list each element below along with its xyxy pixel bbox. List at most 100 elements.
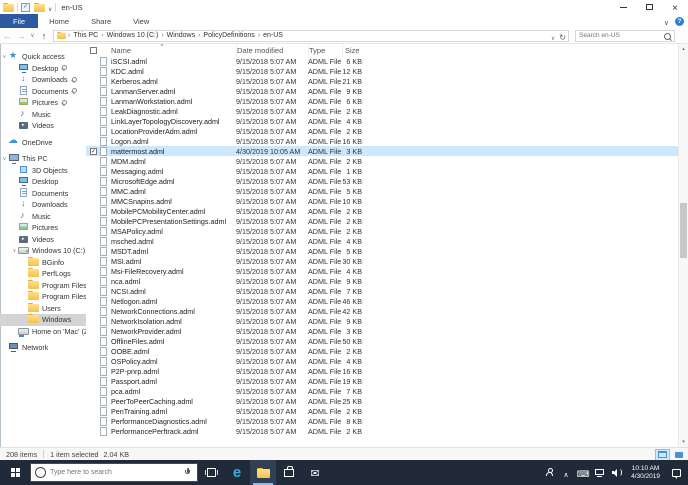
column-header-name[interactable]: Name [88, 44, 236, 56]
forward-button[interactable] [14, 31, 28, 41]
thumbnails-view-button[interactable] [671, 449, 686, 461]
help-button[interactable] [675, 16, 684, 26]
breadcrumb-item-en-us[interactable]: en-US [261, 32, 285, 39]
back-button[interactable] [0, 31, 14, 41]
sidebar-item-downloads[interactable]: Downloads [0, 199, 86, 211]
file-row[interactable]: Msi-FileRecovery.adml 9/15/2018 5:07 AM AD… [86, 266, 678, 276]
file-row[interactable]: iSCSI.adml 9/15/2018 5:07 AM ADML File 6 KB [86, 56, 678, 66]
breadcrumb-item-this-pc[interactable]: This PC [71, 32, 100, 39]
sidebar-item-pictures[interactable]: Pictures [0, 97, 86, 109]
taskbar-edge-button[interactable] [224, 460, 250, 485]
sidebar-item-bginfo[interactable]: BGinfo [0, 256, 86, 269]
file-row[interactable]: NetworkIsolation.adml 9/15/2018 5:07 AM AD… [86, 316, 678, 326]
scroll-down-icon[interactable] [679, 437, 688, 447]
sidebar-item-home-on-mac-z[interactable]: Home on 'Mac' (Z:) [0, 326, 86, 338]
file-row[interactable]: MDM.adml 9/15/2018 5:07 AM ADML File 2 KB [86, 156, 678, 166]
file-row[interactable]: Logon.adml 9/15/2018 5:07 AM ADML File 16 K… [86, 136, 678, 146]
vertical-scrollbar[interactable] [678, 44, 688, 447]
file-row[interactable]: KDC.adml 9/15/2018 5:07 AM ADML File 12 KB [86, 66, 678, 76]
file-row[interactable]: Passport.adml 9/15/2018 5:07 AM ADML File 1… [86, 376, 678, 386]
microphone-icon[interactable] [184, 467, 192, 478]
people-button[interactable] [543, 460, 555, 485]
file-row[interactable]: MobilePCMobilityCenter.adml 9/15/2018 5:0… [86, 206, 678, 216]
file-row[interactable]: pca.adml 9/15/2018 5:07 AM ADML File 7 KB [86, 386, 678, 396]
recent-locations-button[interactable] [28, 32, 37, 39]
tab-view[interactable]: View [122, 14, 160, 28]
qat-new-folder-button[interactable] [34, 2, 45, 12]
sidebar-item-3d-objects[interactable]: 3D Objects [0, 165, 86, 177]
file-row[interactable]: OOBE.adml 9/15/2018 5:07 AM ADML File 2 KB [86, 346, 678, 356]
sidebar-item-program-files-x86[interactable]: Program Files (x86) [0, 291, 86, 303]
breadcrumb-bar[interactable]: This PC Windows 10 (C:) Windows PolicyDefin… [53, 27, 569, 45]
chevron-down-icon[interactable] [1, 156, 8, 162]
minimize-button[interactable] [610, 0, 636, 14]
file-row[interactable]: LocationProviderAdm.adml 9/15/2018 5:07 A… [86, 126, 678, 136]
file-row[interactable]: LanmanWorkstation.adml 9/15/2018 5:07 AM A… [86, 96, 678, 106]
file-row[interactable]: P2P-pnrp.adml 9/15/2018 5:07 AM ADML File 1… [86, 366, 678, 376]
file-row[interactable]: MMC.adml 9/15/2018 5:07 AM ADML File 5 KB [86, 186, 678, 196]
sidebar-item-quick-access[interactable]: Quick access [0, 51, 86, 63]
action-center-button[interactable] [668, 460, 684, 485]
sidebar-item-users[interactable]: Users [0, 302, 86, 315]
sidebar-item-windows[interactable]: Windows [0, 314, 86, 326]
file-row[interactable]: OfflineFiles.adml 9/15/2018 5:07 AM ADML F… [86, 336, 678, 346]
sidebar-item-perflogs[interactable]: PerfLogs [0, 268, 86, 280]
column-header-size[interactable]: Size [342, 44, 368, 56]
column-header-date-modified[interactable]: Date modified [236, 44, 308, 56]
checkbox-checked-icon[interactable] [90, 147, 97, 155]
file-row[interactable]: PenTraining.adml 9/15/2018 5:07 AM ADML Fi… [86, 406, 678, 416]
volume-button[interactable] [611, 460, 623, 485]
network-button[interactable] [594, 460, 606, 485]
sidebar-item-windows-10-c[interactable]: Windows 10 (C:) [0, 245, 86, 257]
taskbar-file-explorer-button[interactable] [250, 460, 276, 485]
file-row[interactable]: LanmanServer.adml 9/15/2018 5:07 AM ADML F… [86, 86, 678, 96]
file-row[interactable]: PeerToPeerCaching.adml 9/15/2018 5:07 AM A… [86, 396, 678, 406]
address-dropdown-button[interactable] [551, 27, 555, 45]
file-row[interactable]: Kerberos.adml 9/15/2018 5:07 AM ADML File 2… [86, 76, 678, 86]
scrollbar-thumb[interactable] [680, 203, 687, 258]
file-row[interactable]: LinkLayerTopologyDiscovery.adml 9/15/2018… [86, 116, 678, 126]
scroll-up-icon[interactable] [679, 44, 688, 54]
file-row[interactable]: NetworkProvider.adml 9/15/2018 5:07 AM ADM… [86, 326, 678, 336]
taskbar-store-button[interactable] [276, 460, 302, 485]
sidebar-item-documents[interactable]: Documents [0, 85, 86, 98]
column-header-type[interactable]: Type [308, 44, 342, 56]
search-input[interactable] [576, 32, 663, 39]
file-row[interactable]: LeakDiagnostic.adml 9/15/2018 5:07 AM ADML… [86, 106, 678, 116]
sidebar-item-videos[interactable]: Videos [0, 120, 86, 132]
tab-share[interactable]: Share [80, 14, 122, 28]
file-row[interactable]: MMCSnapins.adml 9/15/2018 5:07 AM ADML Fil… [86, 196, 678, 206]
show-hidden-icons-button[interactable] [560, 460, 572, 485]
refresh-button[interactable] [559, 27, 566, 45]
up-button[interactable] [37, 31, 51, 41]
file-row[interactable]: nca.adml 9/15/2018 5:07 AM ADML File 9 KB [86, 276, 678, 286]
breadcrumb-item-policydefinitions[interactable]: PolicyDefinitions [201, 32, 256, 39]
maximize-button[interactable] [636, 0, 662, 14]
sidebar-item-desktop[interactable]: Desktop [0, 176, 86, 188]
file-row[interactable]: MobilePCPresentationSettings.adml 9/15/20… [86, 216, 678, 226]
file-row[interactable]: OSPolicy.adml 9/15/2018 5:07 AM ADML File 4… [86, 356, 678, 366]
sidebar-item-documents[interactable]: Documents [0, 187, 86, 200]
chevron-down-icon[interactable] [1, 54, 8, 60]
sidebar-item-program-files[interactable]: Program Files [0, 279, 86, 292]
file-row[interactable]: mattermost.adml 4/30/2019 10:05 AM ADML Fi… [86, 146, 678, 156]
file-row[interactable]: MSAPolicy.adml 9/15/2018 5:07 AM ADML File… [86, 226, 678, 236]
taskbar-search-input[interactable] [50, 469, 184, 476]
file-row[interactable]: MSDT.adml 9/15/2018 5:07 AM ADML File 5 KB [86, 246, 678, 256]
sidebar-item-downloads[interactable]: Downloads [0, 74, 86, 86]
file-row[interactable]: PerformanceDiagnostics.adml 9/15/2018 5:0… [86, 416, 678, 426]
start-button[interactable] [0, 460, 30, 485]
header-checkbox[interactable] [90, 46, 97, 54]
tab-file[interactable]: File [0, 14, 39, 28]
sidebar-item-videos[interactable]: Videos [0, 234, 86, 246]
file-row[interactable]: NetworkConnections.adml 9/15/2018 5:07 AM… [86, 306, 678, 316]
file-row[interactable]: MicrosoftEdge.adml 9/15/2018 5:07 AM ADML … [86, 176, 678, 186]
file-row[interactable]: PerformancePerftrack.adml 9/15/2018 5:07 … [86, 426, 678, 436]
taskbar-clock[interactable]: 10:10 AM 4/30/2019 [628, 465, 663, 481]
touch-keyboard-button[interactable] [577, 460, 589, 485]
file-row[interactable]: MSI.adml 9/15/2018 5:07 AM ADML File 30 KB [86, 256, 678, 266]
file-row[interactable]: Messaging.adml 9/15/2018 5:07 AM ADML File… [86, 166, 678, 176]
breadcrumb-item-windows-10-c[interactable]: Windows 10 (C:) [105, 32, 161, 39]
sidebar-item-pictures[interactable]: Pictures [0, 222, 86, 234]
taskbar-mail-button[interactable] [302, 460, 328, 485]
